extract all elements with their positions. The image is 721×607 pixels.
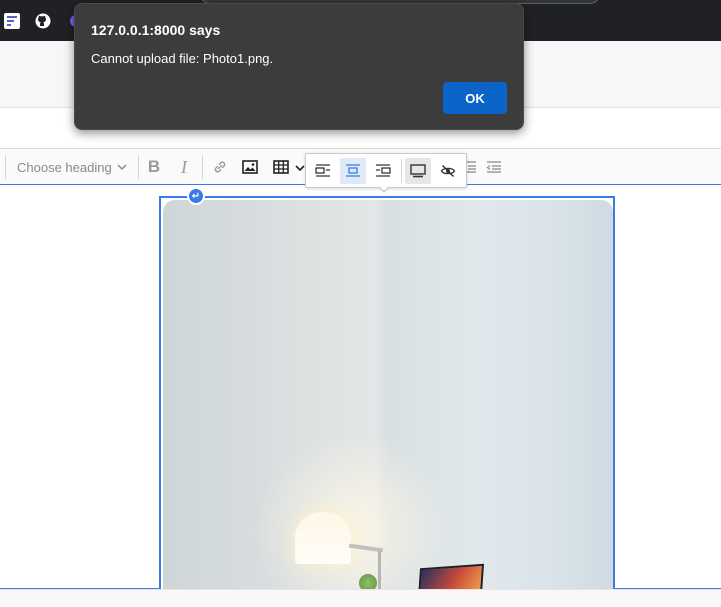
dialog-message: Cannot upload file: Photo1.png. (91, 51, 274, 66)
bold-button[interactable]: B (141, 154, 167, 180)
image-balloon-toolbar (305, 153, 467, 188)
balloon-separator (401, 159, 402, 183)
table-chevron-down-icon[interactable] (295, 163, 305, 173)
selected-image-widget[interactable] (159, 196, 615, 590)
align-left-icon[interactable] (310, 158, 336, 184)
forms-icon[interactable] (4, 13, 20, 29)
italic-button[interactable]: I (171, 154, 197, 180)
insert-image-icon[interactable] (237, 154, 263, 180)
lamp-pole (378, 550, 381, 590)
toolbar-separator (138, 155, 139, 179)
editor-footer (0, 589, 721, 607)
align-right-icon[interactable] (370, 158, 396, 184)
lamp-shade (295, 512, 351, 564)
uploaded-photo (163, 200, 613, 590)
dialog-title: 127.0.0.1:8000 says (91, 22, 221, 38)
balloon-arrow-inner (379, 186, 389, 191)
heading-dropdown[interactable]: Choose heading (10, 153, 134, 181)
alert-dialog: 127.0.0.1:8000 says Cannot upload file: … (74, 3, 524, 130)
align-center-icon[interactable] (340, 158, 366, 184)
ok-button[interactable]: OK (443, 82, 507, 114)
toggle-caption-icon[interactable] (405, 158, 431, 184)
link-icon[interactable] (207, 154, 233, 180)
lamp-glow (253, 430, 453, 590)
github-icon[interactable] (35, 13, 51, 29)
insert-table-icon[interactable] (268, 154, 294, 180)
plant (359, 574, 377, 590)
toolbar-separator (202, 155, 203, 179)
toolbar-separator (5, 155, 6, 179)
heading-dropdown-label: Choose heading (17, 159, 112, 175)
hide-icon[interactable] (435, 158, 461, 184)
insert-paragraph-handle-icon[interactable]: ↵ (187, 187, 205, 205)
outdent-icon[interactable] (480, 154, 506, 180)
laptop (417, 563, 485, 590)
chevron-down-icon (117, 164, 127, 170)
